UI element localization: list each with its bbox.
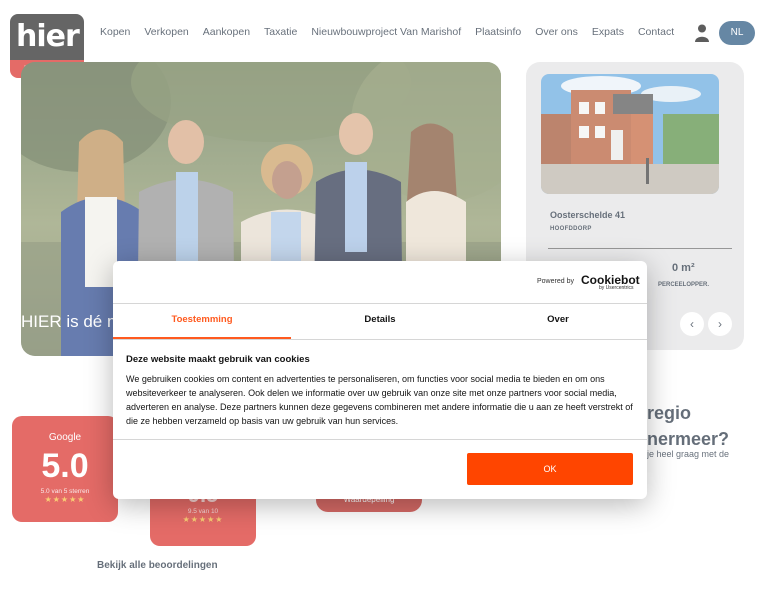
cookie-body-text: We gebruiken cookies om content en adver… [126, 374, 633, 426]
cookie-consent-dialog: Powered by Cookiebot by Usercentrics Toe… [113, 261, 647, 499]
cookie-footer-divider [113, 439, 647, 440]
page: hier makelaars Kopen Verkopen Aankopen T… [0, 0, 760, 600]
tab-toestemming[interactable]: Toestemming [113, 314, 291, 325]
powered-by-label: Powered by [537, 278, 574, 285]
tab-details[interactable]: Details [291, 314, 469, 325]
cookiebot-logo-sub: by Usercentrics [599, 285, 634, 291]
tab-over[interactable]: Over [469, 314, 647, 325]
cookie-ok-button[interactable]: OK [467, 453, 633, 485]
cookie-tabs-divider [113, 339, 647, 340]
cookie-header-divider [113, 303, 647, 304]
cookie-heading: Deze website maakt gebruik van cookies [126, 354, 310, 365]
